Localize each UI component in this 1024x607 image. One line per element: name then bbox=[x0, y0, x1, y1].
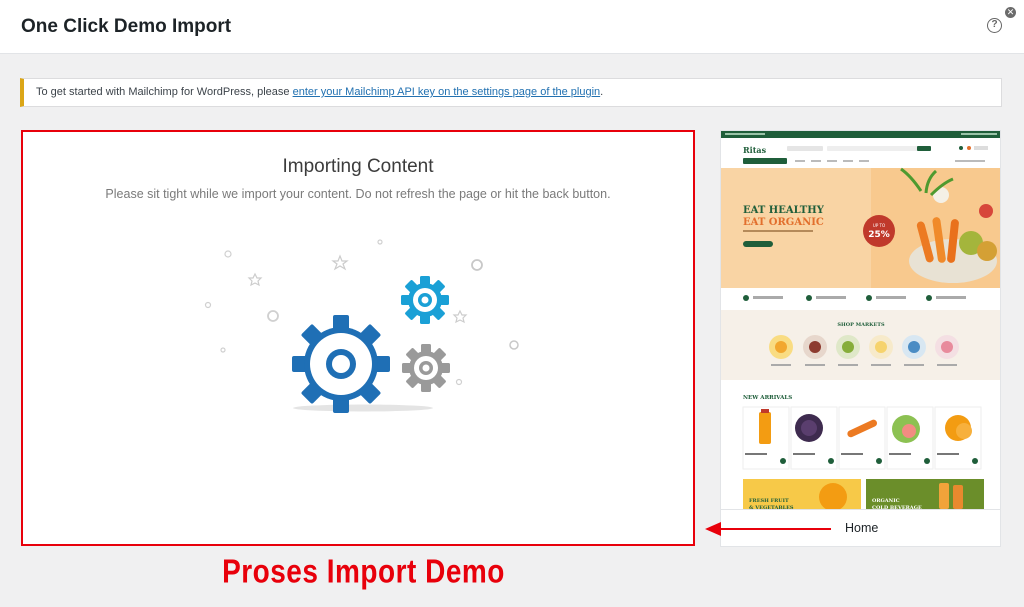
demo-preview[interactable]: Ritas EAT HEALTHY EAT ORGANIC UP TO 25% bbox=[720, 130, 1001, 547]
preview-page-label: Home bbox=[845, 521, 879, 535]
notice-text: To get started with Mailchimp for WordPr… bbox=[36, 86, 293, 98]
page-title: One Click Demo Import bbox=[21, 16, 232, 37]
badge-top: UP TO bbox=[873, 223, 885, 228]
mailchimp-settings-link[interactable]: enter your Mailchimp API key on the sett… bbox=[293, 86, 601, 98]
help-icon[interactable]: ? bbox=[987, 18, 1002, 33]
import-title: Importing Content bbox=[282, 156, 434, 177]
hero-line1: EAT HEALTHY bbox=[743, 205, 825, 216]
notice-suffix: . bbox=[600, 86, 604, 98]
close-icon[interactable]: ✕ bbox=[1005, 7, 1016, 18]
section-arrivals: NEW ARRIVALS bbox=[743, 395, 792, 401]
import-subtitle: Please sit tight while we import your co… bbox=[105, 187, 611, 201]
header: One Click Demo Import ? ✕ bbox=[0, 0, 1024, 54]
section-markets: SHOP MARKETS bbox=[837, 322, 885, 328]
badge-value: 25% bbox=[868, 230, 890, 240]
banner1-line1: FRESH FRUIT bbox=[749, 498, 789, 504]
mailchimp-notice: To get started with Mailchimp for WordPr… bbox=[20, 78, 1002, 107]
demo-site-screenshot: Ritas EAT HEALTHY EAT ORGANIC UP TO 25% bbox=[721, 131, 1000, 511]
import-panel: Importing Content Please sit tight while… bbox=[21, 130, 695, 546]
banner2-line1: ORGANIC bbox=[872, 498, 900, 504]
hero-line2: EAT ORGANIC bbox=[743, 217, 824, 228]
site-logo: Ritas bbox=[743, 145, 767, 155]
gears-icon bbox=[204, 239, 519, 413]
arrow-left-icon bbox=[705, 522, 831, 536]
caption: Proses Import Demo bbox=[222, 553, 505, 590]
